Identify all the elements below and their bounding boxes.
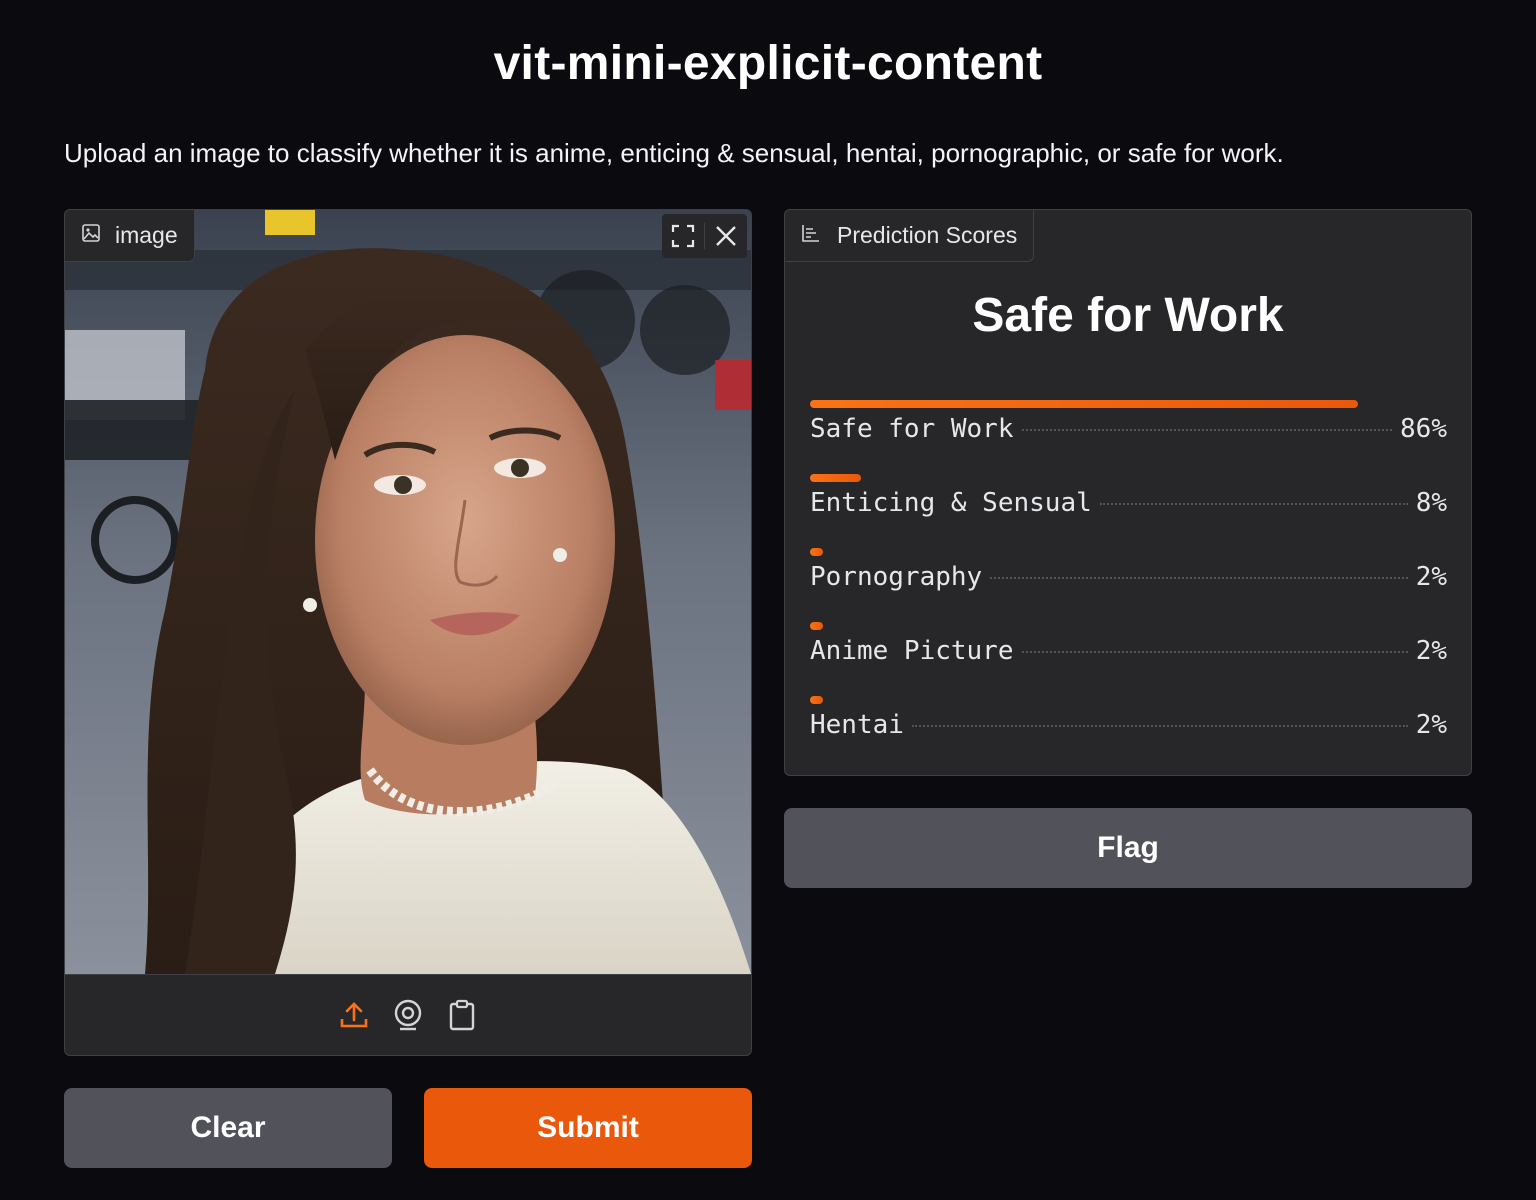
confidence-bar xyxy=(810,474,861,482)
confidence-item[interactable]: Hentai 2% xyxy=(810,696,1447,756)
chart-icon xyxy=(801,222,821,249)
confidence-item[interactable]: Enticing & Sensual 8% xyxy=(810,474,1447,534)
confidence-value: 2% xyxy=(1415,562,1447,592)
confidence-bar xyxy=(810,622,823,630)
clear-button[interactable]: Clear xyxy=(64,1088,392,1168)
image-input-panel: image xyxy=(64,209,752,1056)
confidence-value: 2% xyxy=(1415,636,1447,666)
prediction-panel: Prediction Scores Safe for Work Safe for… xyxy=(784,209,1472,776)
confidence-value: 2% xyxy=(1415,710,1447,740)
confidence-label: Safe for Work xyxy=(810,414,1014,444)
confidence-row: Safe for Work 86% xyxy=(810,414,1447,444)
fullscreen-icon[interactable] xyxy=(662,214,704,258)
confidence-row: Enticing & Sensual 8% xyxy=(810,488,1447,518)
image-toolbar xyxy=(662,214,747,258)
image-label-text: image xyxy=(115,222,178,248)
flag-button[interactable]: Flag xyxy=(784,808,1472,888)
page-title: vit-mini-explicit-content xyxy=(493,37,1043,90)
confidence-leader xyxy=(911,725,1408,727)
confidence-leader xyxy=(1021,429,1393,431)
confidence-leader xyxy=(1099,503,1408,505)
prediction-label-text: Prediction Scores xyxy=(837,222,1018,248)
upload-icon[interactable] xyxy=(338,997,370,1033)
prediction-label: Prediction Scores xyxy=(785,210,1035,262)
confidence-item[interactable]: Pornography 2% xyxy=(810,548,1447,608)
confidence-label: Anime Picture xyxy=(810,636,1014,666)
image-preview[interactable] xyxy=(65,210,751,974)
image-label: image xyxy=(65,210,195,262)
image-icon xyxy=(81,222,101,249)
confidence-bar xyxy=(810,400,1358,408)
top-prediction: Safe for Work xyxy=(972,289,1284,342)
source-selector xyxy=(65,974,751,1055)
confidence-label: Hentai xyxy=(810,710,904,740)
uploaded-photo xyxy=(65,210,751,974)
confidence-value: 86% xyxy=(1400,414,1447,444)
confidence-label: Enticing & Sensual xyxy=(810,488,1092,518)
confidence-item[interactable]: Safe for Work 86% xyxy=(810,400,1447,460)
confidence-row: Hentai 2% xyxy=(810,710,1447,740)
confidence-bar xyxy=(810,696,823,704)
page-description: Upload an image to classify whether it i… xyxy=(64,138,1284,168)
confidence-leader xyxy=(990,577,1408,579)
clipboard-icon[interactable] xyxy=(446,997,478,1033)
confidence-row: Pornography 2% xyxy=(810,562,1447,592)
webcam-icon[interactable] xyxy=(392,997,424,1033)
close-icon[interactable] xyxy=(705,214,747,258)
confidence-item[interactable]: Anime Picture 2% xyxy=(810,622,1447,682)
submit-button[interactable]: Submit xyxy=(424,1088,752,1168)
confidence-label: Pornography xyxy=(810,562,983,592)
confidence-value: 8% xyxy=(1415,488,1447,518)
confidence-bar xyxy=(810,548,823,556)
confidence-row: Anime Picture 2% xyxy=(810,636,1447,666)
confidence-leader xyxy=(1021,651,1408,653)
